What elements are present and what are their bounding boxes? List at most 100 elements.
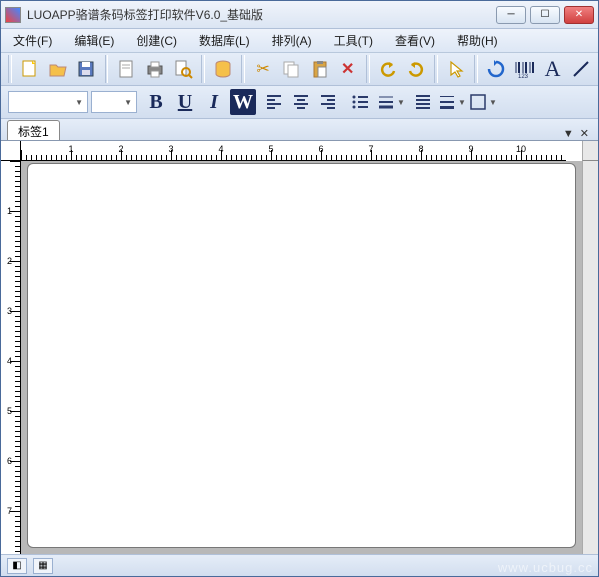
align-right-button[interactable] — [316, 90, 340, 114]
page-icon — [116, 59, 136, 79]
line-weight-icon — [438, 92, 456, 112]
separator — [105, 55, 109, 83]
line-style-button[interactable]: ▼ — [377, 88, 405, 116]
invert-button[interactable]: W — [230, 89, 256, 115]
border-icon — [469, 92, 487, 112]
pointer-button[interactable] — [443, 55, 469, 83]
svg-text:123: 123 — [518, 74, 529, 79]
delete-icon: ✕ — [338, 59, 358, 79]
separator — [434, 55, 438, 83]
canvas-area[interactable] — [21, 161, 582, 554]
cut-button[interactable]: ✂ — [250, 55, 276, 83]
paste-icon — [310, 59, 330, 79]
separator — [366, 55, 370, 83]
minimize-button[interactable]: ─ — [496, 6, 526, 24]
scissors-icon: ✂ — [253, 59, 273, 79]
database-button[interactable] — [210, 55, 236, 83]
separator — [241, 55, 245, 83]
tab-bar: 标签1 ▼ ✕ — [1, 119, 598, 141]
close-button[interactable]: ✕ — [564, 6, 594, 24]
app-window: LUOAPP骆谱条码标签打印软件V6.0_基础版 ─ ☐ ✕ 文件(F) 编辑(… — [0, 0, 599, 577]
font-size-dropdown[interactable]: ▼ — [91, 91, 137, 113]
vertical-scrollbar[interactable] — [582, 161, 598, 554]
new-icon — [20, 59, 40, 79]
italic-button[interactable]: I — [201, 89, 227, 115]
bold-button[interactable]: B — [143, 89, 169, 115]
ruler-corner — [1, 141, 21, 161]
page-setup-button[interactable] — [113, 55, 139, 83]
barcode-icon: 123 — [514, 59, 534, 79]
undo-button[interactable] — [375, 55, 401, 83]
new-button[interactable] — [17, 55, 43, 83]
refresh-button[interactable] — [483, 55, 509, 83]
refresh-icon — [486, 59, 506, 79]
barcode-button[interactable]: 123 — [511, 55, 537, 83]
separator — [201, 55, 205, 83]
ruler-vertical[interactable]: 12345678 — [1, 161, 21, 554]
ruler-horizontal[interactable]: 1234567891011 — [21, 141, 566, 161]
statusbar: ◧ ▦ — [1, 554, 598, 576]
save-icon — [76, 59, 96, 79]
copy-icon — [281, 59, 301, 79]
printer-icon — [145, 59, 165, 79]
database-icon — [213, 59, 233, 79]
status-btn-2[interactable]: ▦ — [33, 558, 53, 574]
print-button[interactable] — [142, 55, 168, 83]
status-btn-1[interactable]: ◧ — [7, 558, 27, 574]
window-controls: ─ ☐ ✕ — [496, 6, 594, 24]
titlebar: LUOAPP骆谱条码标签打印软件V6.0_基础版 ─ ☐ ✕ — [1, 1, 598, 29]
menu-tools[interactable]: 工具(T) — [330, 30, 377, 51]
separator — [474, 55, 478, 83]
tab-label1[interactable]: 标签1 — [7, 120, 60, 140]
redo-button[interactable] — [403, 55, 429, 83]
preview-icon — [173, 59, 193, 79]
work-area: 1234567891011 12345678 — [1, 141, 598, 554]
open-button[interactable] — [45, 55, 71, 83]
menu-help[interactable]: 帮助(H) — [453, 30, 502, 51]
menu-view[interactable]: 查看(V) — [391, 30, 439, 51]
justify-button[interactable] — [411, 90, 435, 114]
menu-database[interactable]: 数据库(L) — [195, 30, 254, 51]
bullets-button[interactable] — [346, 88, 374, 116]
tab-close-button[interactable]: ✕ — [577, 127, 592, 140]
grip — [8, 55, 12, 83]
tab-dropdown-button[interactable]: ▼ — [560, 128, 577, 140]
delete-button[interactable]: ✕ — [335, 55, 361, 83]
preview-button[interactable] — [170, 55, 196, 83]
bullets-icon — [350, 92, 370, 112]
open-folder-icon — [48, 59, 68, 79]
menu-arrange[interactable]: 排列(A) — [268, 30, 316, 51]
toolbar-format: ▼ ▼ B U I W ▼ ▼ ▼ — [1, 86, 598, 119]
chevron-down-icon: ▼ — [489, 98, 497, 107]
line-style-icon — [377, 92, 395, 112]
chevron-down-icon: ▼ — [458, 98, 466, 107]
line-weight-button[interactable]: ▼ — [438, 88, 466, 116]
text-tool-button[interactable]: A — [540, 55, 566, 83]
chevron-down-icon: ▼ — [75, 98, 83, 107]
font-family-dropdown[interactable]: ▼ — [8, 91, 88, 113]
border-options-button[interactable]: ▼ — [469, 88, 497, 116]
undo-icon — [378, 59, 398, 79]
maximize-button[interactable]: ☐ — [530, 6, 560, 24]
align-left-button[interactable] — [262, 90, 286, 114]
save-button[interactable] — [73, 55, 99, 83]
menu-create[interactable]: 创建(C) — [132, 30, 181, 51]
app-icon — [5, 7, 21, 23]
paste-button[interactable] — [306, 55, 332, 83]
chevron-down-icon: ▼ — [397, 98, 405, 107]
menubar: 文件(F) 编辑(E) 创建(C) 数据库(L) 排列(A) 工具(T) 查看(… — [1, 29, 598, 53]
align-center-button[interactable] — [289, 90, 313, 114]
menu-edit[interactable]: 编辑(E) — [70, 30, 118, 51]
underline-button[interactable]: U — [172, 89, 198, 115]
text-icon: A — [543, 59, 563, 79]
chevron-down-icon: ▼ — [124, 98, 132, 107]
pointer-icon — [446, 59, 466, 79]
toolbar-main: ✂ ✕ 123 A — [1, 53, 598, 86]
redo-icon — [406, 59, 426, 79]
menu-file[interactable]: 文件(F) — [9, 30, 56, 51]
line-tool-button[interactable] — [568, 55, 594, 83]
line-icon — [571, 59, 591, 79]
window-title: LUOAPP骆谱条码标签打印软件V6.0_基础版 — [27, 6, 496, 23]
copy-button[interactable] — [278, 55, 304, 83]
label-canvas[interactable] — [27, 163, 576, 548]
